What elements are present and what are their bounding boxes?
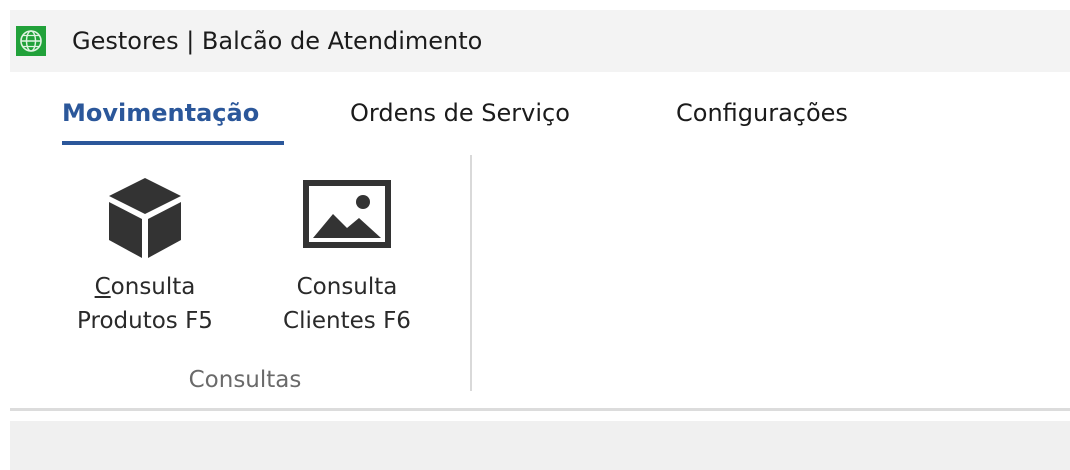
consulta-produtos-label: Consulta Produtos F5: [50, 270, 240, 338]
tab-ordens-de-servico[interactable]: Ordens de Serviço: [350, 95, 570, 131]
label-line-2: Produtos F5: [77, 308, 213, 334]
ribbon-group-consultas: Consulta Produtos F5 Consulta Clientes F…: [40, 160, 450, 405]
consulta-clientes-label: Consulta Clientes F6: [252, 270, 442, 338]
tab-movimentacao[interactable]: Movimentação: [62, 95, 259, 131]
label-line-2: Clientes F6: [283, 308, 411, 334]
accelerator-key: C: [94, 274, 111, 300]
group-separator: [470, 155, 472, 391]
cube-icon: [105, 174, 185, 264]
ribbon-bottom-border: [10, 408, 1070, 411]
globe-app-icon: [16, 26, 46, 56]
tab-configuracoes[interactable]: Configurações: [676, 95, 848, 131]
window-title: Gestores | Balcão de Atendimento: [72, 27, 483, 55]
label-line-1: onsulta: [110, 274, 196, 300]
title-bar: Gestores | Balcão de Atendimento: [10, 10, 1070, 72]
consulta-clientes-button[interactable]: Consulta Clientes F6: [252, 160, 442, 370]
group-label-consultas: Consultas: [188, 367, 302, 393]
label-line-1: Consulta: [296, 274, 398, 300]
consulta-produtos-button[interactable]: Consulta Produtos F5: [50, 160, 240, 370]
content-area: [10, 421, 1070, 470]
image-icon: [303, 180, 391, 252]
active-tab-indicator: [62, 141, 284, 145]
